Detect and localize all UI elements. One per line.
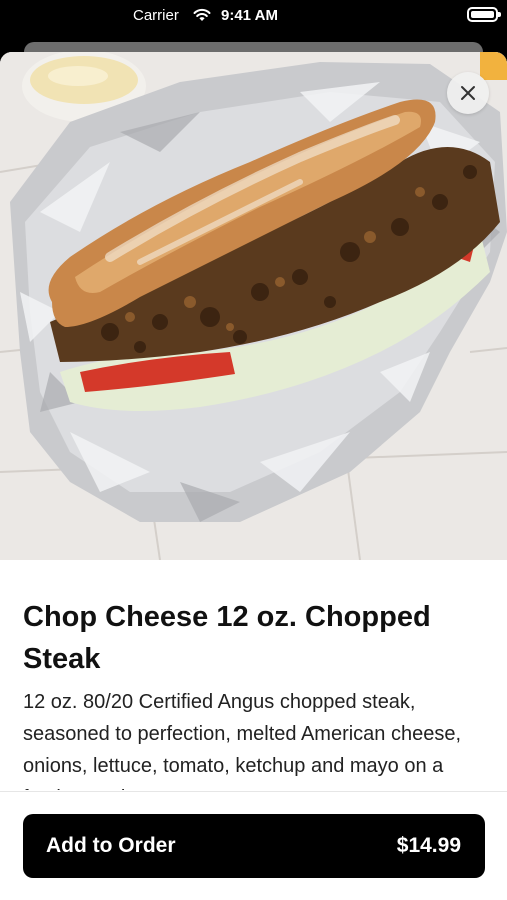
wifi-icon <box>193 8 211 21</box>
close-icon <box>461 86 475 100</box>
add-to-order-label: Add to Order <box>46 834 176 857</box>
add-to-order-button[interactable]: Add to Order $14.99 <box>23 814 485 878</box>
close-button[interactable] <box>447 72 489 114</box>
carrier-label: Carrier <box>133 7 179 24</box>
item-detail-sheet: Chop Cheese 12 oz. Chopped Steak 12 oz. … <box>0 52 507 900</box>
item-info: Chop Cheese 12 oz. Chopped Steak 12 oz. … <box>0 560 507 790</box>
battery-icon <box>467 7 501 22</box>
divider <box>0 791 507 792</box>
item-price: $14.99 <box>396 834 461 857</box>
clock: 9:41 AM <box>221 7 278 24</box>
status-bar: Carrier 9:41 AM <box>0 0 507 34</box>
item-description: 12 oz. 80/20 Certified Angus chopped ste… <box>23 691 462 790</box>
item-title: Chop Cheese 12 oz. Chopped Steak <box>23 601 431 675</box>
chopped-steak-sub-photo <box>0 52 507 560</box>
